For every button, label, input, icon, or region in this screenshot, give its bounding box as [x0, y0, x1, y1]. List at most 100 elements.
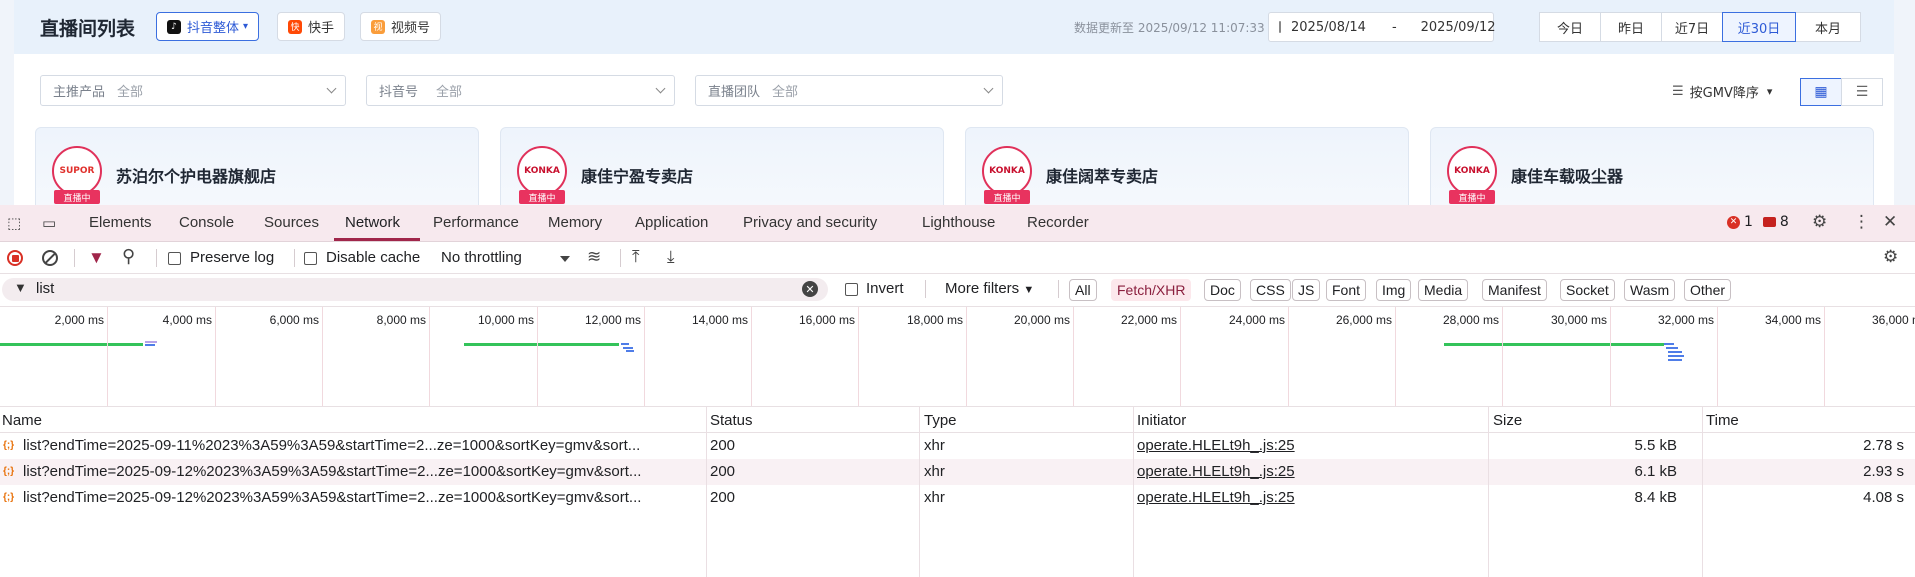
tab-sources[interactable]: Sources	[264, 214, 319, 231]
filter-icon[interactable]: ▼	[88, 248, 105, 268]
column-divider[interactable]	[1488, 407, 1489, 577]
type-media-chip[interactable]: Media	[1418, 279, 1469, 301]
timeline-gridline	[1610, 307, 1611, 406]
import-har-icon[interactable]: ⤒	[632, 247, 640, 267]
store-card[interactable]: KONKA 直播中 康佳车载吸尘器	[1430, 127, 1874, 205]
tab-console[interactable]: Console	[179, 214, 234, 231]
settings-gear-icon[interactable]: ⚙	[1812, 212, 1827, 232]
message-count: 8	[1779, 214, 1789, 230]
tab-memory[interactable]: Memory	[548, 214, 602, 231]
tab-recorder[interactable]: Recorder	[1027, 214, 1089, 231]
grid-view-button[interactable]: ▦	[1800, 78, 1842, 106]
type-socket-chip[interactable]: Socket	[1560, 279, 1615, 301]
network-filter-input[interactable]: ▼ list ✕	[2, 278, 828, 301]
column-divider[interactable]	[919, 407, 920, 577]
range-yesterday-button[interactable]: 昨日	[1600, 12, 1662, 42]
disable-cache-checkbox[interactable]	[304, 252, 317, 265]
platform-kuaishou-button[interactable]: 快 快手	[277, 12, 346, 41]
tab-privacy-security[interactable]: Privacy and security	[743, 214, 877, 231]
column-header-type[interactable]: Type	[924, 412, 957, 429]
invert-checkbox[interactable]	[845, 283, 858, 296]
range-month-button[interactable]: 本月	[1795, 12, 1861, 42]
live-badge: 直播中	[519, 190, 565, 204]
table-row[interactable]: {;} list?endTime=2025-09-11%2023%3A59%3A…	[0, 433, 1915, 459]
filter-account-select[interactable]: 抖音号 全部	[366, 75, 675, 106]
table-row[interactable]: {;} list?endTime=2025-09-12%2023%3A59%3A…	[0, 459, 1915, 485]
clear-button[interactable]	[42, 250, 58, 266]
type-font-chip[interactable]: Font	[1326, 279, 1367, 301]
timeline-tick-label: 14,000 ms	[691, 313, 748, 327]
shipinhao-logo-icon: 视	[371, 19, 385, 34]
request-size: 6.1 kB	[1634, 463, 1677, 480]
column-header-size[interactable]: Size	[1493, 412, 1522, 429]
tab-elements[interactable]: Elements	[89, 214, 152, 231]
tab-performance[interactable]: Performance	[433, 214, 519, 231]
platform-douyin-button[interactable]: ♪ 抖音整体 ▾	[156, 12, 260, 41]
waterfall-bar	[1666, 347, 1678, 349]
request-name: list?endTime=2025-09-12%2023%3A59%3A59&s…	[23, 463, 642, 480]
store-name: 康佳宁盈专卖店	[581, 167, 694, 186]
issues-badge[interactable]: ✕ 1 8	[1727, 214, 1789, 230]
type-doc-chip[interactable]: Doc	[1204, 279, 1241, 301]
type-all-chip[interactable]: All	[1069, 279, 1097, 301]
range-7days-button[interactable]: 近7日	[1661, 12, 1723, 42]
filter-account-label: 抖音号	[379, 85, 419, 100]
filter-product-select[interactable]: 主推产品 全部	[40, 75, 346, 106]
filter-team-select[interactable]: 直播团队 全部	[695, 75, 1003, 106]
range-30days-button[interactable]: 近30日	[1722, 12, 1796, 42]
column-header-status[interactable]: Status	[710, 412, 753, 429]
more-filters-button[interactable]: More filters ▼	[945, 280, 1034, 297]
type-fetch-xhr-chip[interactable]: Fetch/XHR	[1111, 279, 1192, 301]
type-other-chip[interactable]: Other	[1684, 279, 1732, 301]
network-conditions-icon[interactable]: ≋	[587, 247, 601, 267]
type-manifest-chip[interactable]: Manifest	[1482, 279, 1547, 301]
tab-application[interactable]: Application	[635, 214, 708, 231]
network-overview-timeline[interactable]: 2,000 ms 4,000 ms 6,000 ms 8,000 ms 10,000 m…	[0, 306, 1915, 407]
sort-control[interactable]: ☰ 按GMV降序 ▾	[1672, 82, 1772, 101]
error-icon: ✕	[1727, 215, 1740, 229]
request-initiator-link[interactable]: operate.HLELt9h_.js:25	[1137, 463, 1295, 480]
network-settings-gear-icon[interactable]: ⚙	[1883, 247, 1898, 267]
throttling-select[interactable]: No throttling	[441, 249, 522, 266]
more-options-icon[interactable]: ⋮	[1853, 212, 1870, 232]
list-view-button[interactable]: ☰	[1841, 78, 1883, 106]
clear-filter-icon[interactable]: ✕	[802, 281, 818, 297]
store-card[interactable]: SUPOR 直播中 苏泊尔个护电器旗舰店	[35, 127, 479, 205]
live-badge: 直播中	[1449, 190, 1495, 204]
timeline-tick-label: 22,000 ms	[1120, 313, 1177, 327]
export-har-icon[interactable]: ⤓	[667, 247, 675, 267]
store-card[interactable]: KONKA 直播中 康佳宁盈专卖店	[500, 127, 944, 205]
search-icon[interactable]: ⚲	[122, 246, 135, 267]
column-header-initiator[interactable]: Initiator	[1137, 412, 1186, 429]
timeline-tick-label: 4,000 ms	[162, 313, 212, 327]
preserve-log-checkbox[interactable]	[168, 252, 181, 265]
douyin-logo-icon: ♪	[167, 19, 181, 34]
column-divider[interactable]	[706, 407, 707, 577]
table-row[interactable]: {;} list?endTime=2025-09-12%2023%3A59%3A…	[0, 485, 1915, 511]
type-js-chip[interactable]: JS	[1292, 279, 1321, 301]
platform-shipinhao-button[interactable]: 视 视频号	[360, 12, 442, 41]
date-end: 2025/09/12	[1420, 19, 1496, 35]
column-divider[interactable]	[1133, 407, 1134, 577]
disable-cache-label: Disable cache	[326, 249, 421, 266]
type-img-chip[interactable]: Img	[1376, 279, 1412, 301]
store-card[interactable]: KONKA 直播中 康佳阔萃专卖店	[965, 127, 1409, 205]
column-divider[interactable]	[1702, 407, 1703, 577]
request-initiator-link[interactable]: operate.HLELt9h_.js:25	[1137, 489, 1295, 506]
type-wasm-chip[interactable]: Wasm	[1624, 279, 1676, 301]
request-time: 4.08 s	[1863, 489, 1904, 506]
stop-recording-button[interactable]	[7, 250, 23, 266]
request-initiator-link[interactable]: operate.HLELt9h_.js:25	[1137, 437, 1295, 454]
tab-network[interactable]: Network	[345, 214, 400, 231]
range-today-button[interactable]: 今日	[1539, 12, 1601, 42]
type-css-chip[interactable]: CSS	[1250, 279, 1291, 301]
device-toolbar-icon[interactable]: ▭	[42, 214, 56, 232]
close-icon[interactable]: ✕	[1883, 212, 1897, 232]
column-header-time[interactable]: Time	[1706, 412, 1739, 429]
column-header-name[interactable]: Name	[2, 412, 42, 429]
waterfall-bar	[626, 350, 634, 352]
timeline-tick-label: 12,000 ms	[584, 313, 641, 327]
tab-lighthouse[interactable]: Lighthouse	[922, 214, 995, 231]
inspect-element-icon[interactable]: ⬚	[7, 214, 21, 232]
date-range-picker[interactable]: 2025/08/14 - 2025/09/12	[1268, 12, 1496, 42]
